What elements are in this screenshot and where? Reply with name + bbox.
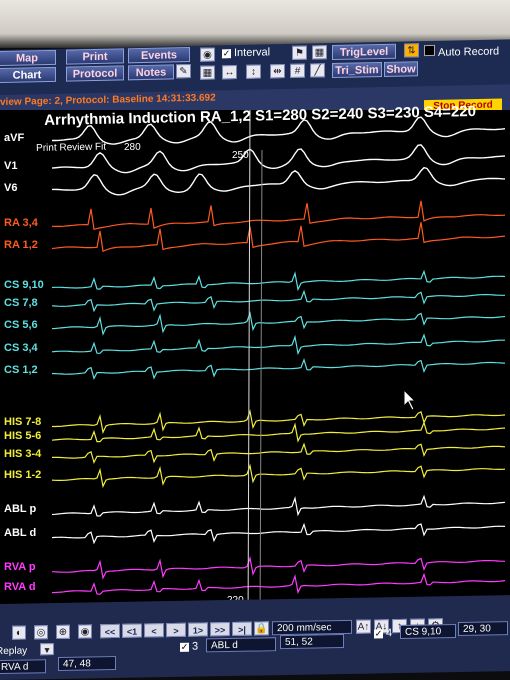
count-label: 4 [386,627,393,640]
map-button[interactable]: Map [0,49,56,67]
rva-channel-field[interactable]: RVA d [0,659,46,675]
hash-icon[interactable]: # [290,63,305,78]
check-icon: ✓ [222,48,231,59]
count-label: 3 [192,640,199,653]
waveform-trace [51,572,506,595]
cs-channel-field[interactable]: CS 9,10 [400,624,456,640]
abl-channel-field[interactable]: ABL d [206,637,276,653]
interval-marker: 280 [124,142,141,153]
channel-4-checkbox[interactable]: ✓ 4 [374,627,392,639]
view-icon[interactable]: ◉ [78,624,92,639]
channel-label: HIS 3-4 [4,447,42,460]
protocol-status: view Page: 2, Protocol: Baseline 14:31:3… [0,92,216,108]
bottom-controls: ◐ ◎ ⊕ ◉ << <1 < > 1> >> >| 🔒 200 mm/sec … [0,595,510,680]
waveform-canvas [51,110,506,630]
channel-label: RA 3,4 [4,217,38,230]
waveform-trace [51,494,506,517]
mouse-cursor-icon [403,388,417,411]
sweep-speed-select[interactable]: 200 mm/sec [272,619,352,636]
waveform-panel [0,110,510,630]
channel-label: CS 5,6 [4,318,38,331]
channel-label: CS 1,2 [4,364,38,377]
trig-level-button[interactable]: TrigLevel [332,43,396,61]
waveform-trace [51,311,506,336]
dropdown-arrow-icon[interactable]: ▾ [40,643,54,656]
channel-3-checkbox[interactable]: ✓ 3 [180,641,198,653]
overlay-icon[interactable]: ◎ [34,625,48,640]
replay-label: Replay [0,645,28,658]
show-button[interactable]: Show [384,61,418,77]
waveform-trace [51,522,506,545]
amplitude-increase-icon[interactable]: A↑ [356,619,371,634]
auto-record-checkbox[interactable]: Auto Record [424,44,499,60]
check-icon: ✓ [180,641,189,652]
tri-stim-button[interactable]: Tri_Stim [332,61,382,79]
channel-label: HIS 5-6 [4,429,42,442]
waveform-trace [51,269,506,292]
grid-icon[interactable]: ▦ [200,65,215,80]
notes-button[interactable]: Notes [128,64,174,81]
pin-icon[interactable]: ⚑ [292,45,307,60]
waveform-trace [52,409,506,435]
events-button[interactable]: Events [128,47,190,64]
caliper-line[interactable] [259,149,263,630]
waveform-trace [51,200,506,231]
channel-label: aVF [4,132,25,144]
vertical-caliper-icon[interactable]: ↕ [246,64,261,79]
channel-label: ABL d [4,527,37,539]
lock-icon[interactable]: 🔒 [254,621,269,636]
interval-marker: 250 [232,150,249,161]
print-button[interactable]: Print [66,48,124,65]
check-icon: ✓ [374,628,383,639]
rva-value-field: 47, 48 [58,655,116,671]
channel-label: HIS 7-8 [4,416,42,428]
waveform-trace [51,144,506,174]
waveform-trace [51,463,506,489]
camera-icon[interactable]: ◉ [200,47,215,62]
waveform-trace [51,420,506,443]
channel-label: RVA d [4,580,36,593]
pen-icon[interactable]: ✎ [176,63,191,79]
channel-label: V6 [4,181,18,194]
marching-caliper-icon[interactable]: ⇹ [270,64,285,79]
cs-value-field: 29, 30 [458,621,508,637]
fast-forward-button[interactable]: >> [210,621,230,637]
waveform-trace [51,222,506,253]
calculator-icon[interactable]: ▦ [312,45,327,60]
checkbox-empty-icon [424,44,435,57]
go-to-end-button[interactable]: >| [232,621,252,636]
fit-icon[interactable]: ◐ [12,625,26,640]
channel-label: V1 [4,159,18,172]
auto-record-label: Auto Record [438,45,500,59]
waveform-trace [51,289,505,313]
forward-one-button[interactable]: 1> [188,622,208,637]
channel-label: HIS 1-2 [4,469,42,482]
channel-label: CS 9,10 [4,279,44,291]
waveform-trace [51,333,505,356]
waveform-trace [52,442,506,465]
channel-label: RA 1,2 [4,239,38,252]
channel-label: RVA p [4,560,36,573]
chart-button[interactable]: Chart [0,66,56,84]
forward-button[interactable]: > [166,622,186,638]
interval-checkbox[interactable]: ✓ Interval [222,46,270,59]
zoom-icon[interactable]: ⊕ [56,624,70,640]
back-one-button[interactable]: <1 [122,623,142,638]
up-down-arrow-icon[interactable]: ⇅ [404,43,419,58]
print-review-fit: Print Review Fit [36,141,107,154]
abl-value-field: 51, 52 [280,633,344,650]
back-button[interactable]: < [144,623,164,638]
channel-label: ABL p [4,503,37,516]
protocol-button[interactable]: Protocol [66,65,124,82]
channel-label: CS 7,8 [4,296,38,309]
rewind-button[interactable]: << [100,623,120,639]
line-tool-icon[interactable]: ╱ [310,63,325,78]
channel-label: CS 3,4 [4,342,38,355]
interval-label: Interval [234,46,271,60]
horizontal-caliper-icon[interactable]: ↔ [222,65,237,80]
waveform-trace [51,357,506,381]
waveform-trace [51,555,506,580]
